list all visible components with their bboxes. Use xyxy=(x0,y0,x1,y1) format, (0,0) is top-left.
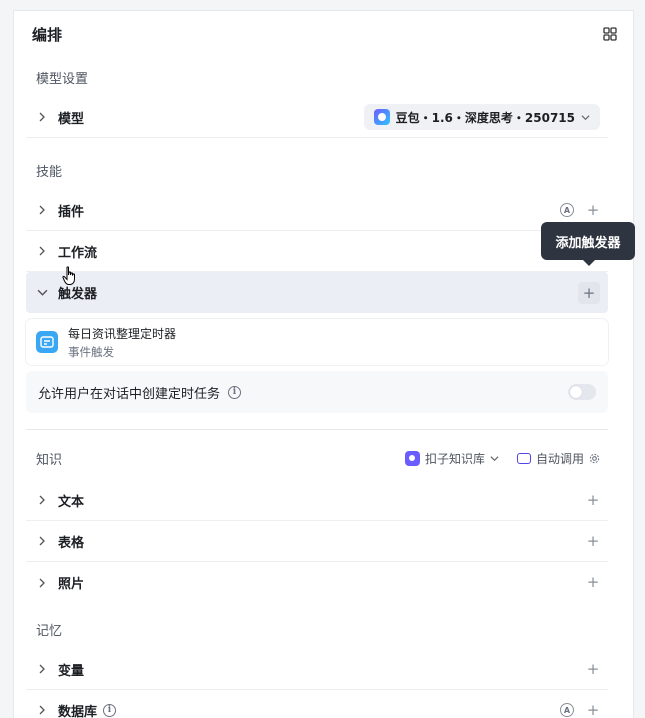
memory-row-label: 数据库 i xyxy=(58,701,117,718)
add-text-icon[interactable]: + xyxy=(586,492,600,507)
allow-create-task-option: 允许用户在对话中创建定时任务 i xyxy=(26,371,608,413)
model-row-label: 模型 xyxy=(58,111,85,127)
orchestration-panel: 编排 模型设置 模型 豆包・1.6・深度思考・250715 技能 插件 A + … xyxy=(13,10,634,718)
section-skills: 技能 xyxy=(36,164,63,180)
section-model-settings: 模型设置 xyxy=(36,71,89,87)
chevron-down-icon xyxy=(490,455,499,461)
chevron-right-icon[interactable] xyxy=(36,494,48,506)
chevron-down-icon[interactable] xyxy=(36,287,48,299)
add-trigger-button[interactable]: + xyxy=(578,281,600,304)
info-icon[interactable]: i xyxy=(103,703,117,717)
memory-row-label: 变量 xyxy=(58,663,85,679)
chevron-right-icon[interactable] xyxy=(36,704,48,716)
add-database-icon[interactable]: + xyxy=(586,702,600,717)
knowledge-row-text[interactable]: 文本 + xyxy=(26,480,608,521)
trigger-card[interactable]: 每日资讯整理定时器 事件触发 xyxy=(26,319,608,365)
chevron-right-icon[interactable] xyxy=(36,245,48,257)
knowledge-row-photo[interactable]: 照片 + xyxy=(26,562,608,603)
doubao-logo-icon xyxy=(373,109,390,125)
knowledge-mode-value: 自动调用 xyxy=(535,451,584,466)
knowledge-row-label: 表格 xyxy=(58,535,85,551)
gear-icon[interactable] xyxy=(589,453,600,464)
memory-row-database[interactable]: 数据库 i A + xyxy=(26,690,608,718)
model-select[interactable]: 豆包・1.6・深度思考・250715 xyxy=(363,104,600,130)
skill-row-trigger[interactable]: 触发器 + xyxy=(26,272,608,313)
skill-row-plugins[interactable]: 插件 A + xyxy=(26,190,608,231)
add-variable-icon[interactable]: + xyxy=(586,661,600,676)
panel-content: 模型设置 模型 豆包・1.6・深度思考・250715 技能 插件 A + 工作流… xyxy=(26,57,608,718)
knowledge-row-label: 文本 xyxy=(58,494,85,510)
knowledge-source-select[interactable]: 扣子知识库 xyxy=(404,450,499,467)
chevron-down-icon xyxy=(581,114,590,120)
model-select-value: 豆包・1.6・深度思考・250715 xyxy=(395,110,575,125)
add-trigger-tooltip: 添加触发器 xyxy=(541,222,635,266)
trigger-name: 每日资讯整理定时器 xyxy=(68,326,177,341)
add-photo-icon[interactable]: + xyxy=(586,575,600,590)
auto-call-icon xyxy=(516,452,531,464)
chevron-right-icon[interactable] xyxy=(36,204,48,216)
knowledge-mode-select[interactable]: 自动调用 xyxy=(516,450,600,467)
chevron-right-icon[interactable] xyxy=(36,577,48,589)
allow-create-task-label: 允许用户在对话中创建定时任务 xyxy=(38,386,221,402)
chevron-right-icon[interactable] xyxy=(36,535,48,547)
skill-row-label: 工作流 xyxy=(58,245,98,261)
add-plugin-icon[interactable]: + xyxy=(586,202,600,217)
trigger-type: 事件触发 xyxy=(68,344,114,359)
skill-row-workflow[interactable]: 工作流 xyxy=(26,231,608,272)
allow-create-task-toggle[interactable] xyxy=(568,384,596,400)
coze-knowledge-icon xyxy=(404,450,420,466)
panel-header: 编排 xyxy=(14,11,633,57)
auto-mode-icon[interactable]: A xyxy=(560,703,574,717)
section-memory: 记忆 xyxy=(36,623,63,639)
model-row[interactable]: 模型 豆包・1.6・深度思考・250715 xyxy=(26,97,608,138)
knowledge-header: 知识 扣子知识库 自动调用 xyxy=(26,436,608,480)
database-label-text: 数据库 xyxy=(58,704,98,718)
auto-mode-icon[interactable]: A xyxy=(560,203,574,217)
knowledge-source-value: 扣子知识库 xyxy=(424,451,485,466)
knowledge-row-label: 照片 xyxy=(58,577,85,592)
add-table-icon[interactable]: + xyxy=(586,533,600,548)
memory-row-variables[interactable]: 变量 + xyxy=(26,649,608,690)
layout-grid-icon[interactable] xyxy=(603,27,617,41)
section-knowledge: 知识 xyxy=(36,452,63,468)
hand-cursor-icon xyxy=(62,266,75,285)
chevron-right-icon[interactable] xyxy=(36,663,48,675)
scheduled-trigger-icon xyxy=(36,331,58,353)
chevron-right-icon[interactable] xyxy=(36,111,48,123)
section-divider xyxy=(26,429,608,430)
skill-row-label: 插件 xyxy=(58,204,85,220)
panel-title: 编排 xyxy=(32,25,63,44)
knowledge-row-table[interactable]: 表格 + xyxy=(26,521,608,562)
info-icon[interactable]: i xyxy=(228,385,242,399)
